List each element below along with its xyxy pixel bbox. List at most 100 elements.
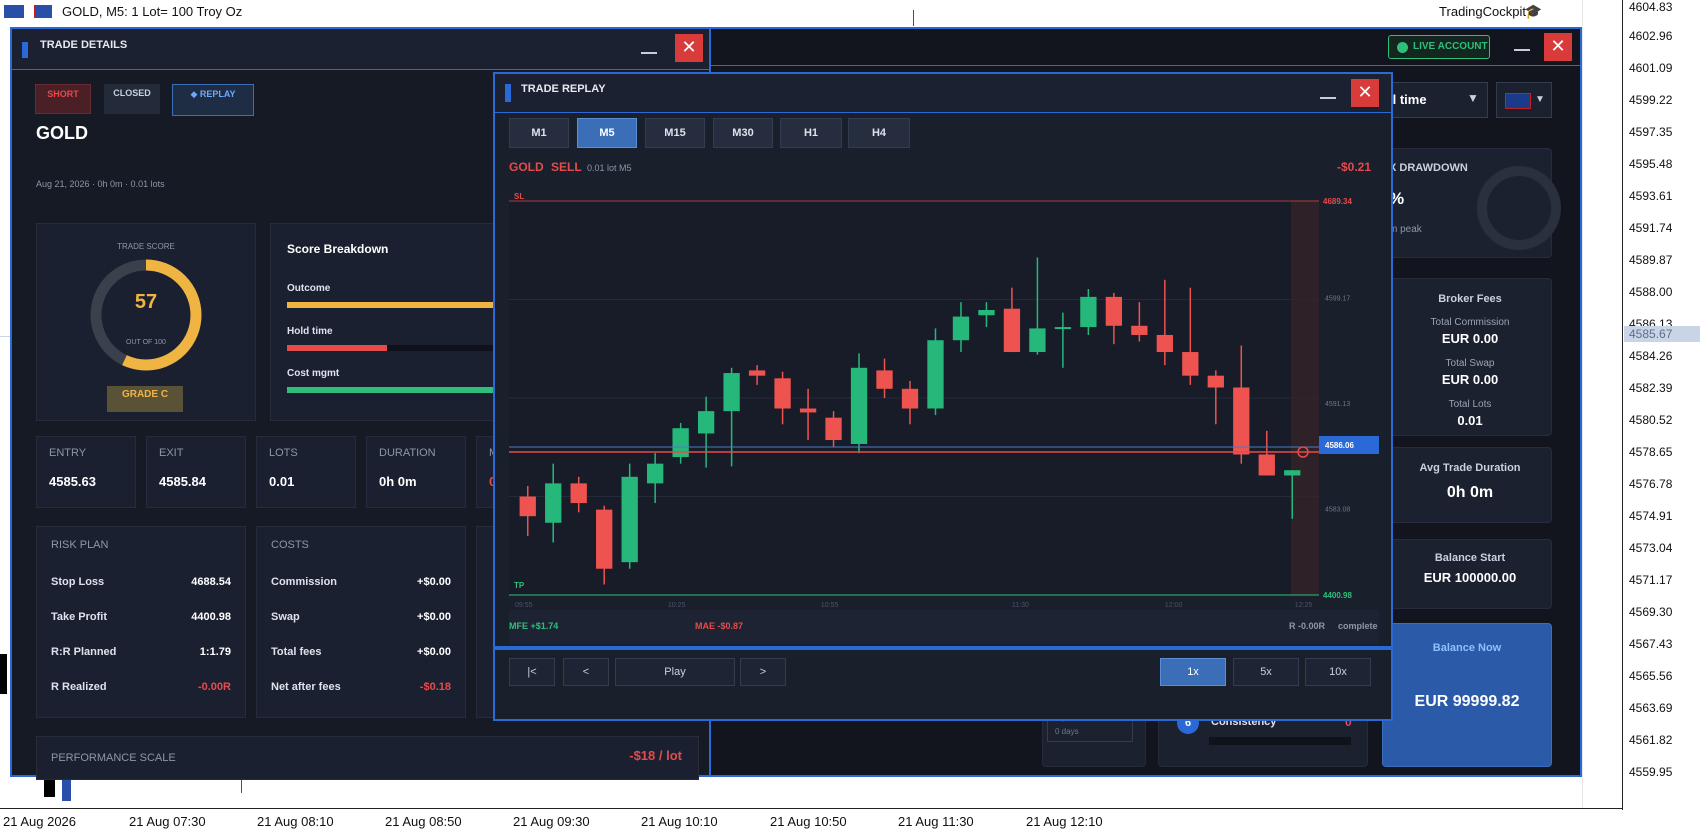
price-label: 4582.39: [1629, 381, 1673, 395]
time-label: 21 Aug 2026: [3, 814, 77, 829]
mfe-value: MFE +$1.74: [509, 621, 559, 631]
stat-label: LOTS: [269, 447, 298, 459]
chart-title: GOLD, M5: 1 Lot= 100 Troy Oz: [62, 4, 243, 19]
chart-candle-fragment: [62, 777, 71, 801]
net-after-fees-label: Net after fees: [271, 681, 341, 693]
candle-body: [1156, 334, 1173, 353]
cost-mgmt-bar: [287, 387, 511, 393]
price-label: 4588.00: [1629, 285, 1673, 299]
step-back-button[interactable]: <: [563, 658, 609, 686]
candle-body: [1233, 387, 1250, 455]
price-label: 4599.22: [1629, 93, 1673, 107]
close-button[interactable]: ✕: [1351, 79, 1379, 107]
candle-body: [1258, 454, 1275, 476]
minimize-button[interactable]: [641, 52, 657, 54]
price-label: 4561.82: [1629, 733, 1673, 747]
timeframe-h1-button[interactable]: H1: [780, 118, 842, 148]
take-profit-label: Take Profit: [51, 611, 108, 623]
time-label: 21 Aug 08:10: [257, 814, 334, 829]
step-forward-button[interactable]: >: [740, 658, 786, 686]
stat-value: 0.01: [269, 474, 295, 489]
trade-score-sub: OUT OF 100: [126, 339, 166, 346]
close-button[interactable]: ✕: [1544, 33, 1572, 61]
x-tick-label: 12:00: [1165, 602, 1183, 609]
timeframe-m30-button[interactable]: M30: [713, 118, 773, 148]
timeframe-h4-button[interactable]: H4: [848, 118, 910, 148]
trade-replay-titlebar[interactable]: [495, 74, 1391, 112]
sl-price-text: 4689.34: [1323, 197, 1352, 206]
broker-fees-title: Broker Fees: [1438, 293, 1502, 305]
replay-candlestick-chart: SL TP 4599.17 4591.13 4583.08 09:55 10:25 10…: [509, 187, 1379, 619]
language-select[interactable]: ▼: [1496, 82, 1552, 118]
menu-icon[interactable]: [4, 5, 24, 18]
uk-flag-icon: [1505, 93, 1531, 109]
price-label: 4597.35: [1629, 125, 1673, 139]
candle-body: [1105, 296, 1123, 326]
y-tick-label: 4599.17: [1325, 295, 1350, 302]
commission-label: Commission: [271, 576, 338, 588]
live-account-badge: LIVE ACCOUNT: [1388, 35, 1490, 59]
close-button[interactable]: ✕: [675, 34, 703, 62]
candle-body: [570, 483, 587, 504]
period-select[interactable]: ll time ▼: [1388, 82, 1488, 118]
current-price-label: 4585.67: [1624, 326, 1700, 342]
stat-lots: LOTS 0.01: [256, 436, 356, 508]
timeframe-m1-button[interactable]: M1: [509, 118, 569, 148]
candle-body: [545, 483, 562, 523]
speed-5x-button[interactable]: 5x: [1233, 658, 1299, 686]
time-label: 21 Aug 10:50: [770, 814, 847, 829]
swap-label: Total Swap: [1445, 358, 1495, 369]
y-tick-label: 4583.08: [1325, 507, 1350, 514]
outcome-bar: [287, 302, 511, 308]
time-label: 21 Aug 10:10: [641, 814, 718, 829]
price-label: 4578.65: [1629, 445, 1673, 459]
skip-to-start-button[interactable]: |<: [509, 658, 555, 686]
timeframe-m15-button[interactable]: M15: [645, 118, 705, 148]
cost-mgmt-label: Cost mgmt: [287, 368, 340, 379]
minimize-button[interactable]: [1514, 49, 1530, 51]
speed-1x-button[interactable]: 1x: [1160, 658, 1226, 686]
chart-icon[interactable]: [34, 5, 52, 18]
replay-side: SELL: [551, 160, 582, 174]
risk-plan-card: RISK PLAN Stop Loss 4688.54 Take Profit …: [36, 526, 246, 718]
stat-label: ENTRY: [49, 447, 87, 459]
price-label: 4593.61: [1629, 189, 1673, 203]
candle-body: [647, 463, 664, 484]
trade-score-card: TRADE SCORE 57 OUT OF 100 GRADE C: [36, 223, 256, 421]
stat-value: 4585.84: [159, 474, 206, 489]
graduation-cap-icon: 🎓: [1524, 3, 1542, 19]
commission-label: Total Commission: [1430, 317, 1510, 328]
price-label: 4601.09: [1629, 61, 1673, 75]
candle-body: [748, 370, 766, 376]
balance-now-title: Balance Now: [1432, 642, 1502, 654]
price-label: 4589.87: [1629, 253, 1673, 267]
replay-stats-bar: MFE +$1.74 MAE -$0.87 R -0.00R complete: [509, 610, 1379, 644]
chart-candle-fragment: [44, 777, 55, 797]
play-button[interactable]: Play: [615, 658, 735, 686]
lots-label: Total Lots: [1448, 399, 1492, 410]
drawdown-gauge: [1477, 166, 1561, 250]
trade-score-label: TRADE SCORE: [117, 242, 175, 251]
avg-duration-title: Avg Trade Duration: [1419, 462, 1521, 474]
stat-value: 4585.63: [49, 474, 96, 489]
y-tick-label: 4591.13: [1325, 401, 1350, 408]
r-realized-value: -0.00R: [197, 681, 231, 693]
minimize-button[interactable]: [1320, 97, 1336, 99]
timeframe-m5-button[interactable]: M5: [577, 118, 637, 148]
replay-button[interactable]: ◆ REPLAY: [172, 84, 254, 116]
candle-body: [723, 373, 740, 412]
commission-value: EUR 0.00: [1441, 331, 1499, 346]
avg-duration-card: Avg Trade Duration 0h 0m: [1388, 447, 1552, 523]
trade-replay-window: TRADE REPLAY ✕ M1 M5 M15 M30 H1 H4 GOLD …: [493, 72, 1393, 721]
candle-body: [774, 378, 791, 409]
max-drawdown-card: X DRAWDOWN % m peak: [1388, 148, 1561, 258]
x-tick-label: 10:55: [821, 602, 839, 609]
replay-progress-bar[interactable]: [495, 646, 1391, 650]
streak-sub: 0 days: [1055, 727, 1079, 736]
mt5-titlebar: GOLD, M5: 1 Lot= 100 Troy Oz TradingCock…: [0, 0, 1622, 24]
candle-body: [1029, 328, 1046, 353]
consistency-bar: [1209, 737, 1351, 745]
speed-10x-button[interactable]: 10x: [1305, 658, 1371, 686]
balance-start-value: EUR 100000.00: [1423, 570, 1517, 585]
swap-value: EUR 0.00: [1441, 372, 1499, 387]
